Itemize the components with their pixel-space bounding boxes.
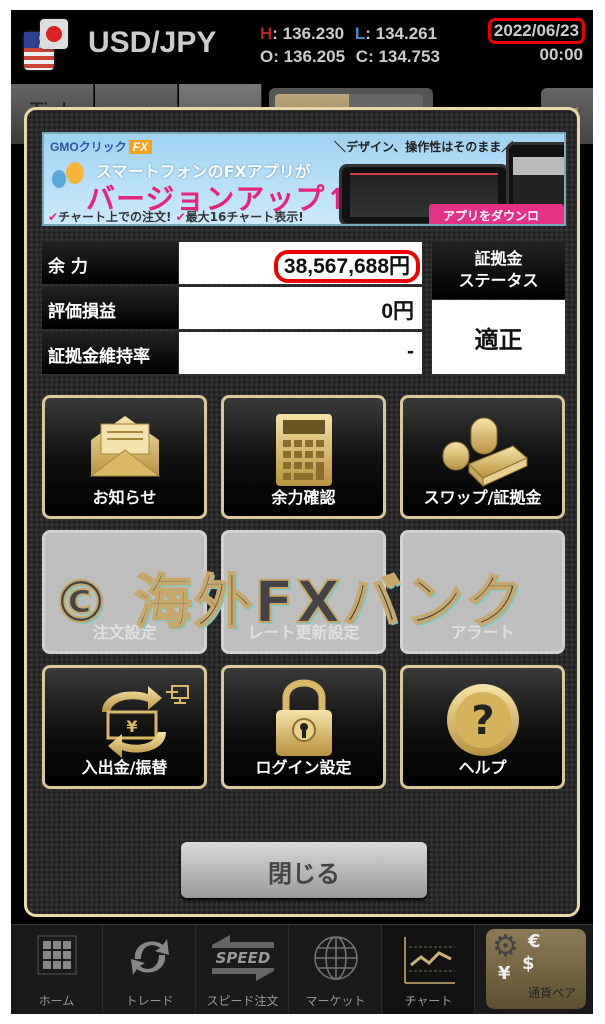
feature-1: チャート上での注文! — [58, 210, 172, 224]
nav-market[interactable]: マーケット — [290, 925, 382, 1014]
nav-trade[interactable]: トレード — [104, 925, 196, 1014]
menu-label: スワップ/証拠金 — [423, 488, 542, 507]
check-icon: ✔ — [175, 210, 186, 224]
login-settings-button[interactable]: ログイン設定 — [221, 665, 386, 789]
banner-features: ✔チャート上での注文! ✔最大16チャート表示! — [48, 208, 304, 224]
rate-header: USD/JPY H: 136.230 L: 134.261 O: 136.205… — [11, 10, 593, 78]
date-display: 2022/06/23 — [487, 18, 585, 44]
menu-label: ヘルプ — [458, 758, 507, 777]
download-label: アプリをダウンロード — [443, 209, 540, 223]
margin-check-button[interactable]: 余力確認 — [221, 395, 386, 519]
currency-pair[interactable]: USD/JPY — [88, 26, 216, 60]
balance-row: 余 力 38,567,688円 — [42, 242, 422, 285]
chart-icon — [403, 937, 455, 984]
balance-label: 余 力 — [42, 242, 178, 284]
feature-2: 最大16チャート表示! — [185, 210, 304, 224]
help-button[interactable]: ? ヘルプ — [400, 665, 565, 789]
margin-status-header: 証拠金 ステータス — [432, 242, 565, 299]
unrealized-pl-value: 0円 — [179, 287, 422, 329]
notifications-button[interactable]: お知らせ — [42, 395, 207, 519]
logo-text: GMOクリック — [50, 140, 127, 154]
nav-label: スピード注文 — [206, 994, 279, 1008]
low-value: : 134.261 — [365, 24, 438, 43]
grid-icon — [37, 935, 76, 975]
euro-icon: € — [528, 931, 541, 952]
nav-speed-order[interactable]: SPEED スピード注文 — [197, 925, 289, 1014]
jp-flag-icon — [40, 19, 68, 49]
check-icon: ✔ — [48, 210, 59, 224]
status-header-line1: 証拠金 — [474, 249, 523, 268]
margin-ratio-value: - — [179, 332, 422, 374]
speed-icon: SPEED — [211, 935, 274, 981]
swap-margin-button[interactable]: スワップ/証拠金 — [400, 395, 565, 519]
status-header-line2: ステータス — [458, 271, 539, 290]
menu-label: お知らせ — [92, 488, 157, 507]
envelope-icon — [89, 416, 160, 477]
deposit-transfer-button[interactable]: ¥ 入出金/振替 — [42, 665, 207, 789]
nav-label: 通貨ペア — [527, 986, 576, 1000]
close-button[interactable]: 閉じる — [181, 842, 427, 898]
menu-label: 余力確認 — [271, 488, 336, 507]
open-value: O: 136.205 — [260, 47, 346, 66]
high-value: : 136.230 — [272, 24, 345, 43]
logo-fx: FX — [128, 140, 153, 154]
help-icon: ? — [446, 684, 519, 756]
nav-chart[interactable]: チャート — [383, 925, 475, 1014]
balance-label: 評価損益 — [42, 287, 178, 329]
time-display: 00:00 — [539, 45, 583, 64]
svg-text:?: ? — [471, 698, 494, 744]
yen-icon: ¥ — [498, 963, 511, 984]
margin-status-value: 適正 — [432, 300, 565, 374]
close-value: C: 134.753 — [355, 47, 440, 66]
balance-table: 余 力 38,567,688円 評価損益 0円 証拠金維持率 - — [42, 242, 422, 374]
balloon-icon — [52, 170, 66, 188]
download-app-button[interactable]: アプリをダウンロード ☝ — [429, 204, 564, 224]
banner-tagline: ＼デザイン、操作性はそのまま／ — [334, 140, 514, 154]
lock-icon — [275, 679, 332, 756]
balance-label: 証拠金維持率 — [42, 332, 178, 374]
available-margin-value: 38,567,688円 — [273, 250, 420, 283]
high-low-line: H: 136.230 L: 134.261 O: 136.205 C: 134.… — [260, 22, 440, 68]
globe-icon — [313, 936, 358, 980]
margin-status: 証拠金 ステータス 適正 — [432, 242, 565, 374]
menu-label: ログイン設定 — [255, 758, 352, 777]
low-label: L — [354, 24, 366, 43]
menu-label: 入出金/振替 — [81, 758, 168, 777]
balance-value: 38,567,688円 — [179, 242, 422, 284]
speed-text: SPEED — [215, 949, 270, 967]
nav-currency-pair[interactable]: ⚙ € $ ¥ 通貨ペア — [486, 929, 586, 1009]
gear-icon: ⚙ — [492, 929, 519, 964]
app-screen: USD/JPY H: 136.230 L: 134.261 O: 136.205… — [11, 10, 593, 1014]
balloon-icon — [66, 162, 84, 184]
promo-banner[interactable]: GMOクリック FX スマートフォンのFXアプリが バージョンアップ↑ ✔チャート… — [42, 132, 566, 226]
calculator-icon — [275, 414, 332, 486]
coins-icon — [442, 417, 528, 488]
account-menu-dialog: GMOクリック FX スマートフォンのFXアプリが バージョンアップ↑ ✔チャート… — [24, 107, 580, 917]
nav-label: マーケット — [305, 994, 366, 1008]
transfer-icon: ¥ — [102, 685, 190, 758]
svg-text:¥: ¥ — [127, 717, 138, 736]
high-label: H — [260, 24, 273, 43]
nav-label: ホーム — [38, 994, 75, 1008]
refresh-arrows-icon — [130, 939, 169, 975]
gmo-logo: GMOクリック FX — [50, 138, 153, 155]
nav-home[interactable]: ホーム — [11, 925, 103, 1014]
watermark-text: © 海外FXバンク — [51, 567, 526, 637]
dollar-icon: $ — [522, 953, 535, 974]
bottom-nav: ホーム トレード SPEED スピード注文 マーケット チャート ⚙ € $ ¥… — [11, 924, 593, 1014]
balance-row: 証拠金維持率 - — [42, 332, 422, 375]
nav-label: トレード — [125, 994, 174, 1008]
balance-row: 評価損益 0円 — [42, 287, 422, 330]
nav-label: チャート — [404, 994, 453, 1008]
